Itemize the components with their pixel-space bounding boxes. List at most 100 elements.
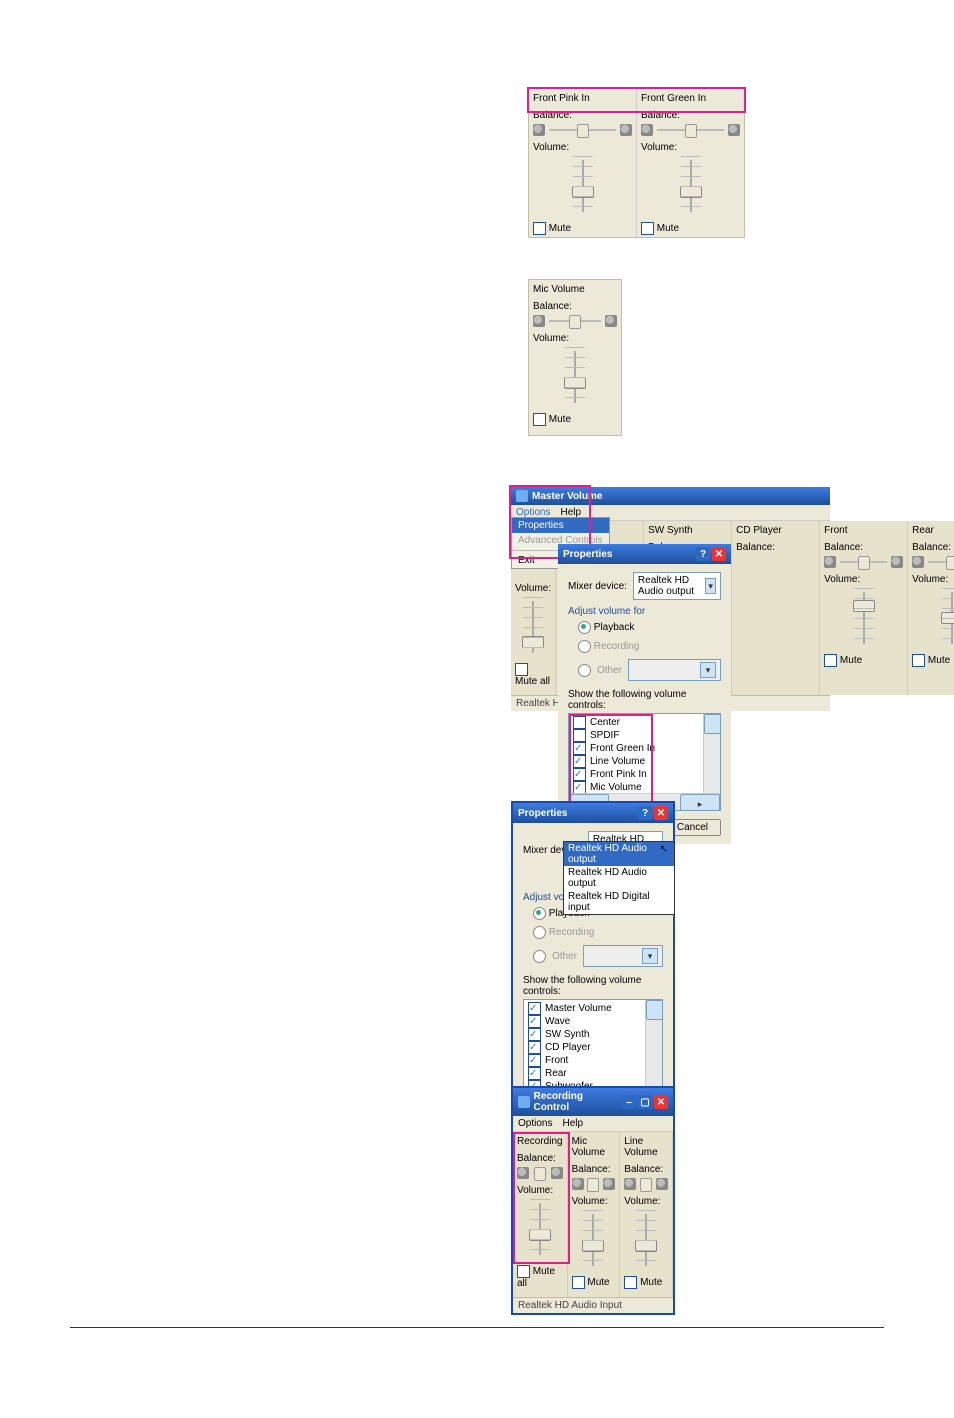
- close-button[interactable]: ✕: [654, 1095, 668, 1109]
- mute-checkbox[interactable]: [533, 413, 546, 426]
- speaker-right-icon: [603, 1178, 615, 1190]
- scrollbar-vertical[interactable]: ▴: [645, 1000, 662, 1092]
- volume-slider[interactable]: [568, 1210, 620, 1270]
- menu-options[interactable]: Options: [518, 1118, 552, 1129]
- list-item-label: Wave: [545, 1015, 570, 1028]
- volume-slider[interactable]: [908, 588, 954, 648]
- close-button[interactable]: ✕: [654, 806, 668, 820]
- volume-slider[interactable]: [529, 156, 636, 216]
- mixer-strip: Line VolumeBalance:Volume: Mute: [620, 1132, 673, 1297]
- list-item[interactable]: Front: [528, 1054, 658, 1067]
- volume-controls-list[interactable]: Center SPDIF Front Green In Line Volume …: [568, 713, 721, 811]
- strip-title: Mic Volume: [568, 1132, 620, 1164]
- list-item[interactable]: CD Player: [528, 1041, 658, 1054]
- titlebar[interactable]: Properties ? ✕: [558, 544, 731, 564]
- speaker-left-icon: [533, 315, 545, 327]
- window-title: Properties: [563, 549, 612, 560]
- speaker-right-icon: [605, 315, 617, 327]
- radio-other[interactable]: [533, 950, 546, 963]
- balance-label: Balance:: [529, 301, 621, 315]
- checkbox[interactable]: [528, 1054, 541, 1067]
- window-title: Recording Control: [534, 1091, 618, 1113]
- checkbox[interactable]: [528, 1015, 541, 1028]
- speaker-left-icon: [572, 1178, 584, 1190]
- list-item[interactable]: Master Volume: [528, 1002, 658, 1015]
- mute-checkbox[interactable]: [624, 1276, 637, 1289]
- balance-slider[interactable]: [620, 1178, 672, 1196]
- volume-slider[interactable]: [820, 588, 907, 648]
- mixer-strip: RearBalance: Volume: Mute: [908, 521, 954, 695]
- volume-label: Volume:: [529, 142, 636, 156]
- speaker-right-icon: [656, 1178, 668, 1190]
- help-button[interactable]: ?: [696, 547, 710, 561]
- volume-slider[interactable]: [637, 156, 744, 216]
- scroll-up-icon[interactable]: ▴: [646, 1000, 663, 1020]
- properties-dialog: Properties ? ✕ Mixer device: Realtek HD …: [558, 544, 731, 844]
- recording-control-window: Recording Control – ▢ ✕ Options Help Rec…: [511, 1086, 675, 1315]
- checkbox[interactable]: [528, 1067, 541, 1080]
- highlight-box: [569, 714, 653, 810]
- list-item[interactable]: Wave: [528, 1015, 658, 1028]
- mixer-strip: Mic VolumeBalance:Volume: Mute: [568, 1132, 621, 1297]
- strip-title: Mic Volume: [529, 280, 621, 301]
- minimize-button[interactable]: –: [622, 1095, 636, 1109]
- mute-all-checkbox[interactable]: [515, 663, 528, 676]
- mixer-device-label: Mixer device:: [568, 581, 627, 592]
- list-item[interactable]: Rear: [528, 1067, 658, 1080]
- volume-slider[interactable]: [620, 1210, 672, 1270]
- scroll-up-icon[interactable]: ▴: [704, 714, 721, 734]
- mute-checkbox[interactable]: [641, 222, 654, 235]
- checkbox[interactable]: [528, 1028, 541, 1041]
- mixer-strip: FrontBalance: Volume: Mute: [820, 521, 908, 695]
- maximize-button[interactable]: ▢: [638, 1095, 652, 1109]
- titlebar[interactable]: Properties ? ✕: [513, 803, 673, 823]
- dropdown-option[interactable]: Realtek HD Audio output: [564, 842, 674, 866]
- scrollbar-vertical[interactable]: ▴: [703, 714, 720, 794]
- balance-label: Balance:: [620, 1164, 672, 1178]
- speaker-left-icon: [624, 1178, 636, 1190]
- list-item[interactable]: SW Synth: [528, 1028, 658, 1041]
- radio-playback[interactable]: [578, 621, 591, 634]
- mute-checkbox[interactable]: [517, 1265, 530, 1278]
- page-divider: [70, 1327, 884, 1328]
- balance-slider[interactable]: [568, 1178, 620, 1196]
- titlebar[interactable]: Recording Control – ▢ ✕: [513, 1088, 673, 1116]
- mute-label: Mute: [640, 1277, 662, 1288]
- volume-slider[interactable]: [511, 597, 555, 657]
- menubar[interactable]: Options Help: [513, 1116, 673, 1132]
- volume-label: Volume:: [568, 1196, 620, 1210]
- mixer-device-dropdown[interactable]: Realtek HD Audio output Realtek HD Audio…: [563, 841, 675, 915]
- radio-recording[interactable]: [533, 926, 546, 939]
- app-icon: [518, 1096, 530, 1108]
- radio-other[interactable]: [578, 664, 591, 677]
- checkbox[interactable]: [528, 1002, 541, 1015]
- mute-checkbox[interactable]: [533, 222, 546, 235]
- dropdown-option[interactable]: Realtek HD Audio output: [564, 866, 674, 890]
- list-item-label: Front: [545, 1054, 568, 1067]
- balance-slider[interactable]: [529, 124, 636, 142]
- statusbar: Realtek HD Audio Input: [513, 1297, 673, 1313]
- volume-label: Volume:: [529, 333, 621, 347]
- help-button[interactable]: ?: [638, 806, 652, 820]
- mixer-strip: CD PlayerBalance:: [732, 521, 820, 695]
- list-label: Show the following volume controls:: [523, 975, 663, 997]
- balance-slider[interactable]: [637, 124, 744, 142]
- menu-help[interactable]: Help: [562, 1118, 583, 1129]
- speaker-left-icon: [641, 124, 653, 136]
- close-button[interactable]: ✕: [712, 547, 726, 561]
- cursor-icon: ↖: [660, 844, 668, 855]
- volume-slider[interactable]: [529, 347, 621, 407]
- radio-playback[interactable]: [533, 907, 546, 920]
- mixer-device-combo[interactable]: Realtek HD Audio output ▾: [633, 572, 721, 600]
- radio-recording[interactable]: [578, 640, 591, 653]
- mute-label: Mute: [549, 223, 571, 234]
- balance-slider[interactable]: [529, 315, 621, 333]
- window-title: Properties: [518, 808, 567, 819]
- scroll-right-icon[interactable]: ▸: [680, 794, 720, 811]
- list-item-label: SW Synth: [545, 1028, 589, 1041]
- dropdown-option[interactable]: Realtek HD Digital input: [564, 890, 674, 914]
- mute-checkbox[interactable]: [572, 1276, 585, 1289]
- list-label: Show the following volume controls:: [568, 689, 721, 711]
- checkbox[interactable]: [528, 1041, 541, 1054]
- chevron-down-icon[interactable]: ▾: [705, 578, 716, 594]
